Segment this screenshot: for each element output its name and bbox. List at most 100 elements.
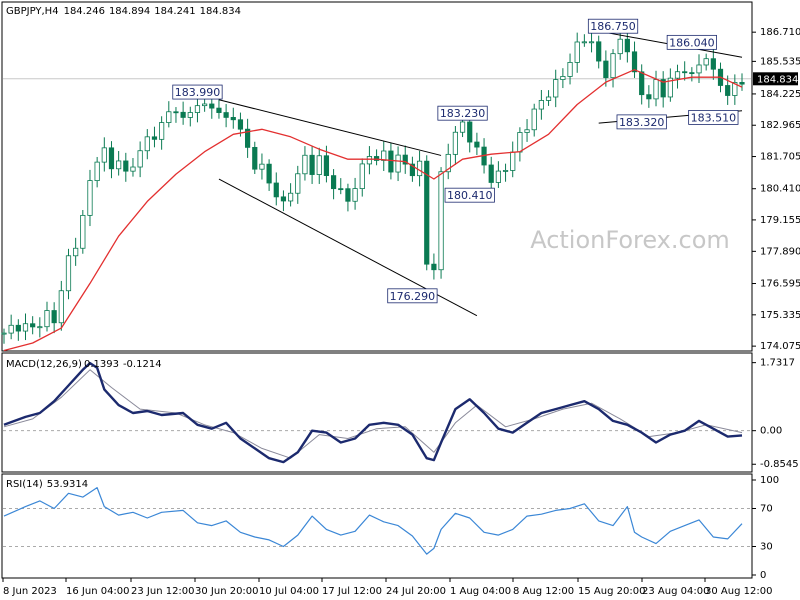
candle-body <box>180 111 186 118</box>
candle-body <box>416 160 423 177</box>
rsi-y-tick-label: 30 <box>760 542 773 553</box>
macd-panel <box>1 352 753 473</box>
candle-body <box>144 136 150 152</box>
candle-body <box>689 72 695 75</box>
candle-body <box>22 323 29 332</box>
candle-body <box>288 192 294 202</box>
x-tick-label: 23 Aug 04:00 <box>642 586 709 597</box>
rsi-panel <box>1 473 753 579</box>
candle-body <box>631 51 638 73</box>
candle-body <box>452 131 458 155</box>
candle-body <box>495 170 501 183</box>
candle-body <box>488 164 494 183</box>
price-annotation-label: 183.990 <box>175 86 221 99</box>
candle-body <box>603 60 609 79</box>
price-y-tick-label: 185.535 <box>760 56 800 67</box>
price-annotation-label: 186.750 <box>590 20 636 33</box>
candle-body <box>682 71 688 74</box>
candle-body <box>459 121 466 133</box>
candle-body <box>44 310 50 328</box>
candle-body <box>87 180 93 216</box>
candle-body <box>15 324 21 332</box>
candle-body <box>295 173 301 194</box>
candle-body <box>159 122 165 140</box>
candle-body <box>123 160 129 172</box>
candle-body <box>1 332 7 335</box>
candle-body <box>366 156 373 165</box>
candle-body <box>639 71 645 96</box>
candle-body <box>710 58 716 70</box>
candle-body <box>194 105 201 113</box>
x-tick-label: 8 Aug 12:00 <box>513 586 574 597</box>
candle-body <box>524 129 530 133</box>
price-annotation-label: 176.290 <box>390 290 436 303</box>
candle-body <box>309 154 315 175</box>
macd-y-tick-label: 1.7317 <box>760 358 795 369</box>
candle-body <box>37 326 43 329</box>
candle-body <box>538 100 544 110</box>
candle-body <box>674 71 681 79</box>
candle-body <box>223 112 229 118</box>
candle-body <box>237 119 244 130</box>
candle-body <box>574 41 580 63</box>
candle-body <box>273 182 279 198</box>
candle-body <box>252 146 258 170</box>
candle-body <box>567 62 573 77</box>
candle-body <box>553 79 559 98</box>
candle-body <box>474 141 480 148</box>
candle-body <box>560 76 566 80</box>
x-tick-label: 30 Jun 20:00 <box>195 586 259 597</box>
rsi-y-tick-label: 100 <box>760 475 779 486</box>
x-tick-label: 17 Jul 12:00 <box>322 586 382 597</box>
candle-body <box>330 175 337 190</box>
candle-body <box>617 38 623 55</box>
candle-body <box>739 82 745 85</box>
rsi-y-tick-label: 70 <box>760 504 773 515</box>
candle-body <box>101 147 107 163</box>
macd-y-tick-label: -0.8545 <box>760 459 799 470</box>
candle-body <box>280 196 287 202</box>
candle-body <box>65 255 72 292</box>
candle-body <box>588 41 595 44</box>
x-tick-label: 1 Aug 04:00 <box>450 586 511 597</box>
rsi-title: RSI(14) 53.9314 <box>6 479 88 490</box>
price-title: GBPJPY,H4 184.246 184.894 184.241 184.834 <box>6 6 241 17</box>
candle-body <box>51 310 57 324</box>
x-tick-label: 30 Aug 12:00 <box>705 586 772 597</box>
price-y-tick-label: 174.075 <box>760 341 800 352</box>
price-y-tick-label: 184.225 <box>760 89 800 100</box>
candle-body <box>510 151 516 171</box>
x-tick-label: 24 Jul 20:00 <box>386 586 446 597</box>
candle-body <box>187 112 193 118</box>
candle-body <box>610 53 616 79</box>
x-tick-label: 15 Aug 20:00 <box>578 586 645 597</box>
candle-body <box>216 107 222 113</box>
price-annotation-label: 186.040 <box>669 36 715 49</box>
last-price-label: 184.834 <box>757 74 798 85</box>
candle-body <box>438 171 444 271</box>
candle-body <box>467 121 473 143</box>
candle-body <box>725 85 731 96</box>
candle-body <box>424 160 430 265</box>
candle-body <box>545 96 552 101</box>
price-y-tick-label: 179.155 <box>760 215 800 226</box>
price-annotation-label: 183.510 <box>691 111 737 124</box>
x-tick-label: 10 Jul 04:00 <box>259 586 319 597</box>
candle-body <box>151 136 158 140</box>
candle-body <box>94 161 100 181</box>
price-panel <box>1 1 753 352</box>
candle-body <box>431 263 437 271</box>
price-y-tick-label: 180.410 <box>760 184 800 195</box>
candle-body <box>108 147 115 170</box>
candle-body <box>302 154 308 175</box>
candle-body <box>517 132 523 153</box>
price-annotation-label: 180.410 <box>447 189 493 202</box>
candle-body <box>316 155 322 175</box>
candle-body <box>596 41 602 62</box>
candle-body <box>173 111 179 114</box>
candle-body <box>531 108 537 131</box>
candle-body <box>653 79 659 100</box>
price-y-tick-label: 176.595 <box>760 279 800 290</box>
candle-body <box>73 247 79 257</box>
candle-body <box>202 103 208 107</box>
